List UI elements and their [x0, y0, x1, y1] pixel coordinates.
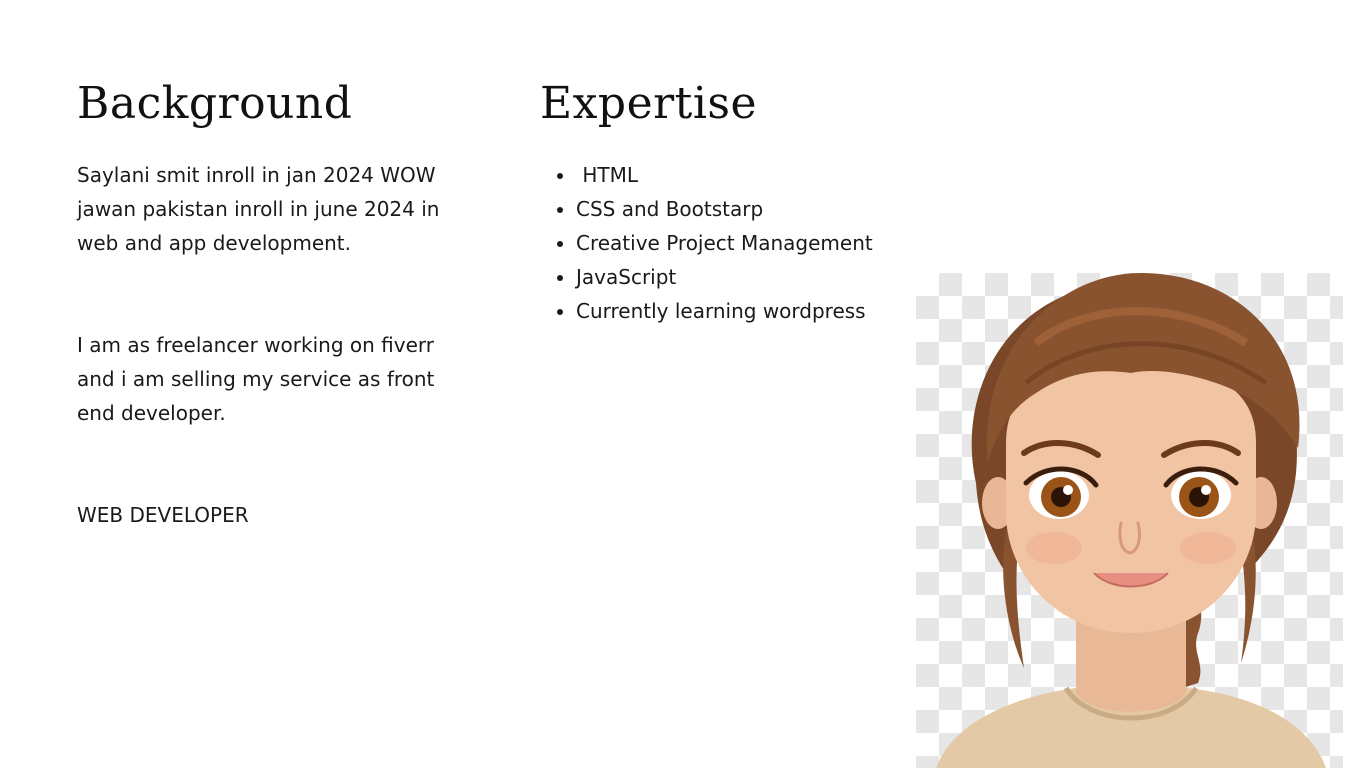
- expertise-heading: Expertise: [540, 78, 758, 129]
- background-paragraph-education: Saylani smit inroll in jan 2024 WOW jawa…: [77, 163, 440, 255]
- expertise-list: HTML CSS and Bootstarp Creative Project …: [540, 158, 956, 328]
- background-heading: Background: [77, 78, 353, 129]
- expertise-item-wordpress: Currently learning wordpress: [576, 294, 956, 328]
- expertise-item-css: CSS and Bootstarp: [576, 192, 956, 226]
- background-paragraph-freelance: I am as freelancer working on fiverr and…: [77, 333, 435, 425]
- role-label: WEB DEVELOPER: [77, 503, 249, 527]
- expertise-item-html: HTML: [576, 158, 956, 192]
- expertise-item-javascript: JavaScript: [576, 260, 956, 294]
- avatar-image: [916, 273, 1343, 768]
- expertise-item-project-management: Creative Project Management: [576, 226, 956, 260]
- cartoon-girl-portrait-icon: [936, 273, 1326, 768]
